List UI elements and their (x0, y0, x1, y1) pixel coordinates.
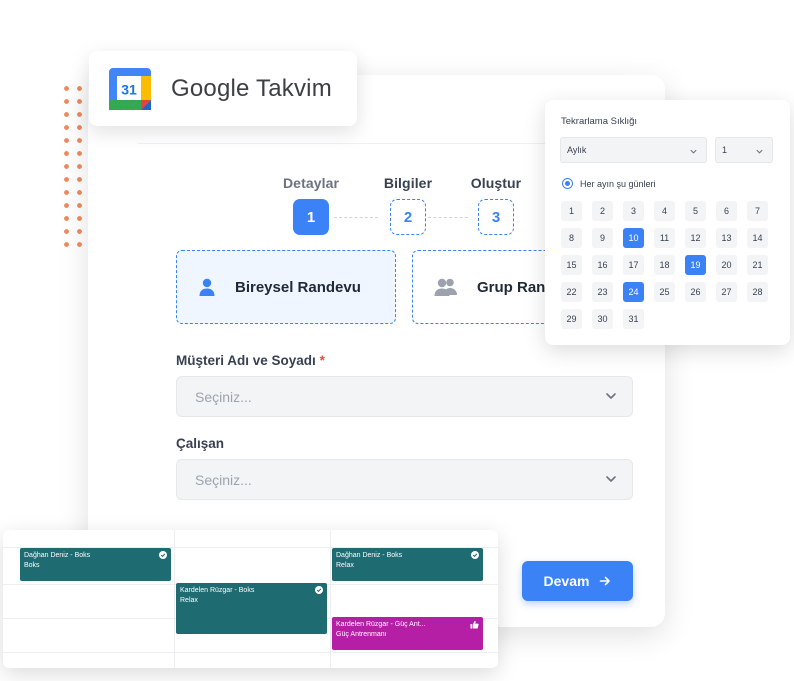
day-28[interactable]: 28 (747, 282, 768, 302)
card-divider (138, 143, 545, 144)
employee-field-label: Çalışan (176, 436, 225, 451)
grid-column-divider (174, 530, 175, 668)
day-27[interactable]: 27 (716, 282, 737, 302)
customer-select[interactable]: Seçiniz... (176, 376, 633, 417)
calendar-event[interactable]: Dağhan Deniz - Boks Boks (20, 548, 171, 581)
day-22[interactable]: 22 (561, 282, 582, 302)
chevron-down-icon (606, 393, 616, 399)
chevron-down-icon (690, 149, 697, 154)
day-2[interactable]: 2 (592, 201, 613, 221)
recurrence-panel: Tekrarlama Sıklığı Aylık 1 Her ayın şu g… (545, 100, 790, 345)
calendar-event[interactable]: Kardelen Rüzgar - Boks Relax (176, 583, 327, 634)
day-24[interactable]: 24 (623, 282, 644, 302)
employee-select[interactable]: Seçiniz... (176, 459, 633, 500)
day-19[interactable]: 19 (685, 255, 706, 275)
step-details[interactable]: Detaylar 1 (276, 175, 346, 235)
check-circle-icon (159, 551, 167, 559)
interval-select[interactable]: 1 (715, 137, 773, 163)
frequency-value: Aylık (567, 145, 587, 155)
google-calendar-name: Google Takvim (171, 74, 332, 102)
chevron-down-icon (756, 149, 763, 154)
event-subtitle: Boks (24, 562, 40, 569)
day-16[interactable]: 16 (592, 255, 613, 275)
day-31[interactable]: 31 (623, 309, 644, 329)
label-text: Müşteri Adı ve Soyadı (176, 353, 316, 368)
check-circle-icon (315, 586, 323, 594)
event-subtitle: Relax (180, 597, 198, 604)
calendar-event[interactable]: Kardelen Rüzgar - Güç Ant... Güç Antrenm… (332, 617, 483, 650)
users-icon (434, 278, 457, 296)
google-calendar-icon: 31 (109, 67, 151, 110)
option-label: Her ayın şu günleri (580, 178, 656, 189)
chevron-down-icon (606, 476, 616, 482)
day-18[interactable]: 18 (654, 255, 675, 275)
step-indicator: Detaylar 1 Bilgiler 2 Oluştur 3 (278, 175, 548, 245)
event-title: Dağhan Deniz - Boks (24, 552, 91, 559)
user-icon (199, 278, 215, 296)
step-label: Bilgiler (383, 175, 433, 191)
frequency-select[interactable]: Aylık (560, 137, 707, 163)
step-connector (334, 217, 378, 218)
step-label: Detaylar (282, 175, 340, 191)
step-info[interactable]: Bilgiler 2 (373, 175, 443, 235)
day-13[interactable]: 13 (716, 228, 737, 248)
day-4[interactable]: 4 (654, 201, 675, 221)
day-23[interactable]: 23 (592, 282, 613, 302)
day-25[interactable]: 25 (654, 282, 675, 302)
schedule-calendar: Dağhan Deniz - Boks Boks Kardelen Rüzgar… (3, 530, 498, 668)
day-picker: 1 2 3 4 5 6 7 8 9 10 11 12 13 14 15 16 17 18 19 20 21 22 23 24 2… (561, 201, 768, 329)
step-number: 1 (293, 199, 329, 235)
event-subtitle: Relax (336, 562, 354, 569)
day-21[interactable]: 21 (747, 255, 768, 275)
event-title: Kardelen Rüzgar - Boks (180, 587, 255, 594)
customer-field-label: Müşteri Adı ve Soyadı * (176, 353, 325, 368)
day-30[interactable]: 30 (592, 309, 613, 329)
radio-selected[interactable] (562, 178, 573, 189)
day-20[interactable]: 20 (716, 255, 737, 275)
day-6[interactable]: 6 (716, 201, 737, 221)
event-subtitle: Güç Antrenmanı (336, 631, 387, 638)
check-circle-icon (471, 551, 479, 559)
select-placeholder: Seçiniz... (195, 388, 252, 405)
option-label: Bireysel Randevu (235, 278, 361, 296)
day-15[interactable]: 15 (561, 255, 582, 275)
recurrence-title: Tekrarlama Sıklığı (561, 116, 638, 127)
button-label: Devam (543, 573, 590, 589)
google-calendar-badge: 31 Google Takvim (89, 51, 357, 126)
step-number: 2 (390, 199, 426, 235)
event-title: Kardelen Rüzgar - Güç Ant... (336, 621, 426, 628)
required-mark: * (319, 353, 325, 368)
step-create[interactable]: Oluştur 3 (461, 175, 531, 235)
day-7[interactable]: 7 (747, 201, 768, 221)
day-14[interactable]: 14 (747, 228, 768, 248)
interval-value: 1 (722, 145, 728, 155)
day-26[interactable]: 26 (685, 282, 706, 302)
day-12[interactable]: 12 (685, 228, 706, 248)
step-label: Oluştur (470, 175, 522, 191)
day-1[interactable]: 1 (561, 201, 582, 221)
monthly-days-option[interactable]: Her ayın şu günleri (562, 178, 656, 189)
day-10[interactable]: 10 (623, 228, 644, 248)
thumbs-up-icon (470, 620, 479, 629)
day-29[interactable]: 29 (561, 309, 582, 329)
grid-row-divider (3, 652, 498, 653)
event-title: Dağhan Deniz - Boks (336, 552, 403, 559)
individual-appointment-option[interactable]: Bireysel Randevu (176, 250, 396, 324)
grid-column-divider (330, 530, 331, 668)
day-3[interactable]: 3 (623, 201, 644, 221)
day-11[interactable]: 11 (654, 228, 675, 248)
continue-button[interactable]: Devam (522, 561, 633, 601)
calendar-event[interactable]: Dağhan Deniz - Boks Relax (332, 548, 483, 581)
select-placeholder: Seçiniz... (195, 471, 252, 488)
day-8[interactable]: 8 (561, 228, 582, 248)
calendar-day-number: 31 (121, 81, 137, 97)
arrow-right-icon (600, 576, 611, 586)
day-9[interactable]: 9 (592, 228, 613, 248)
day-17[interactable]: 17 (623, 255, 644, 275)
option-label: Grup Ran (477, 278, 546, 296)
step-number: 3 (478, 199, 514, 235)
day-5[interactable]: 5 (685, 201, 706, 221)
